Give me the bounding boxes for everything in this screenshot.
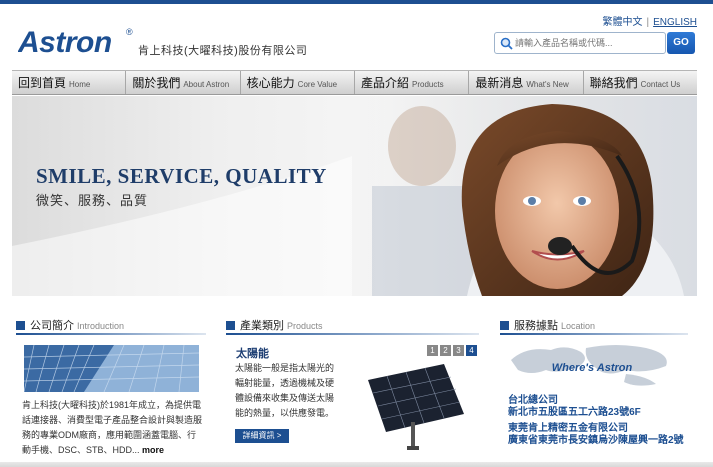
building-image <box>24 345 199 392</box>
product-description: 太陽能一般是指太陽光的輻射能量，透過機械及硬體設備來收集及傳送太陽能的熱量，以供… <box>235 363 335 418</box>
section-title-en: Introduction <box>77 321 125 331</box>
astron-logo[interactable]: Astron ® <box>18 24 138 58</box>
product-pager: 1 2 3 4 <box>427 345 477 356</box>
hero-subtitle: 微笑、服務、品質 <box>36 193 149 208</box>
pager-button-3[interactable]: 3 <box>453 345 464 356</box>
intro-section-title: 公司簡介 Introduction <box>16 317 124 333</box>
map-caption: Where's Astron <box>552 362 633 374</box>
location-section-title: 服務據點 Location <box>500 317 595 333</box>
world-map-image: Where's Astron <box>506 340 678 388</box>
nav-item-core-value[interactable]: 核心能力 Core Value <box>241 71 355 94</box>
svg-text:®: ® <box>126 27 133 37</box>
intro-body: 肯上科技(大曜科技)於1981年成立，為提供電話連接器、消費型電子產品整合設計與… <box>22 400 203 455</box>
top-accent-bar <box>0 0 713 4</box>
nav-label: 產品介紹 <box>360 76 409 90</box>
search-go-button[interactable]: GO <box>667 32 695 54</box>
product-name: 太陽能 <box>236 348 269 360</box>
nav-item-whats-new[interactable]: 最新消息 What's New <box>469 71 584 94</box>
hero-banner: SMILE, SERVICE, QUALITY 微笑、服務、品質 <box>12 96 697 296</box>
main-nav: 回到首頁 Home 關於我們 About Astron 核心能力 Core Value… <box>12 70 697 95</box>
search-box <box>494 32 666 54</box>
language-switcher: 繁體中文 | ENGLISH <box>602 13 697 28</box>
nav-label: 聯絡我們 <box>589 76 638 90</box>
nav-label: 最新消息 <box>475 76 524 90</box>
detail-button[interactable]: 詳細資訊 > <box>235 429 289 443</box>
section-title-en: Products <box>287 321 323 331</box>
company-name: 肯上科技(大曜科技)股份有限公司 <box>138 45 308 57</box>
solar-panel-image <box>368 364 464 450</box>
nav-item-products[interactable]: 產品介紹 Products <box>355 71 470 94</box>
section-title-zh: 服務據點 <box>514 320 558 332</box>
nav-item-home[interactable]: 回到首頁 Home <box>12 71 127 94</box>
pager-button-4[interactable]: 4 <box>466 345 477 356</box>
lang-zh-link[interactable]: 繁體中文 <box>602 17 642 28</box>
section-square-icon <box>500 321 509 330</box>
nav-label: 回到首頁 <box>18 76 67 90</box>
footer-shadow <box>0 462 713 467</box>
nav-item-about[interactable]: 關於我們 About Astron <box>126 71 241 94</box>
lang-en-link[interactable]: ENGLISH <box>653 17 697 28</box>
pager-button-1[interactable]: 1 <box>427 345 438 356</box>
pager-button-2[interactable]: 2 <box>440 345 451 356</box>
search-icon <box>500 37 513 50</box>
nav-label: 關於我們 <box>132 76 181 90</box>
section-title-en: Location <box>561 321 596 331</box>
intro-text: 肯上科技(大曜科技)於1981年成立，為提供電話連接器、消費型電子產品整合設計與… <box>22 398 204 458</box>
nav-sublabel: Core Value <box>297 80 338 89</box>
nav-sublabel: About Astron <box>183 80 230 89</box>
nav-sublabel: Products <box>412 80 444 89</box>
nav-sublabel: Home <box>69 80 91 89</box>
lang-separator: | <box>646 17 650 28</box>
svg-text:Astron: Astron <box>18 26 112 58</box>
nav-sublabel: Contact Us <box>640 80 681 89</box>
more-link[interactable]: more <box>142 445 164 455</box>
hero-title: SMILE, SERVICE, QUALITY <box>36 164 327 188</box>
section-title-zh: 公司簡介 <box>30 320 74 332</box>
section-square-icon <box>16 321 25 330</box>
section-title-zh: 產業類別 <box>240 320 284 332</box>
nav-sublabel: What's New <box>526 80 569 89</box>
search-input[interactable] <box>515 35 663 51</box>
office-address-2: 廣東省東莞市長安鎮烏沙陳屋興一路2號 <box>508 435 684 446</box>
nav-label: 核心能力 <box>246 76 295 90</box>
products-divider <box>226 333 479 335</box>
intro-divider <box>16 333 206 335</box>
location-divider <box>500 333 688 335</box>
office-address-1: 新北市五股區五工六路23號6F <box>508 407 641 418</box>
products-section-title: 產業類別 Products <box>226 317 323 333</box>
section-square-icon <box>226 321 235 330</box>
nav-item-contact[interactable]: 聯絡我們 Contact Us <box>584 71 697 94</box>
